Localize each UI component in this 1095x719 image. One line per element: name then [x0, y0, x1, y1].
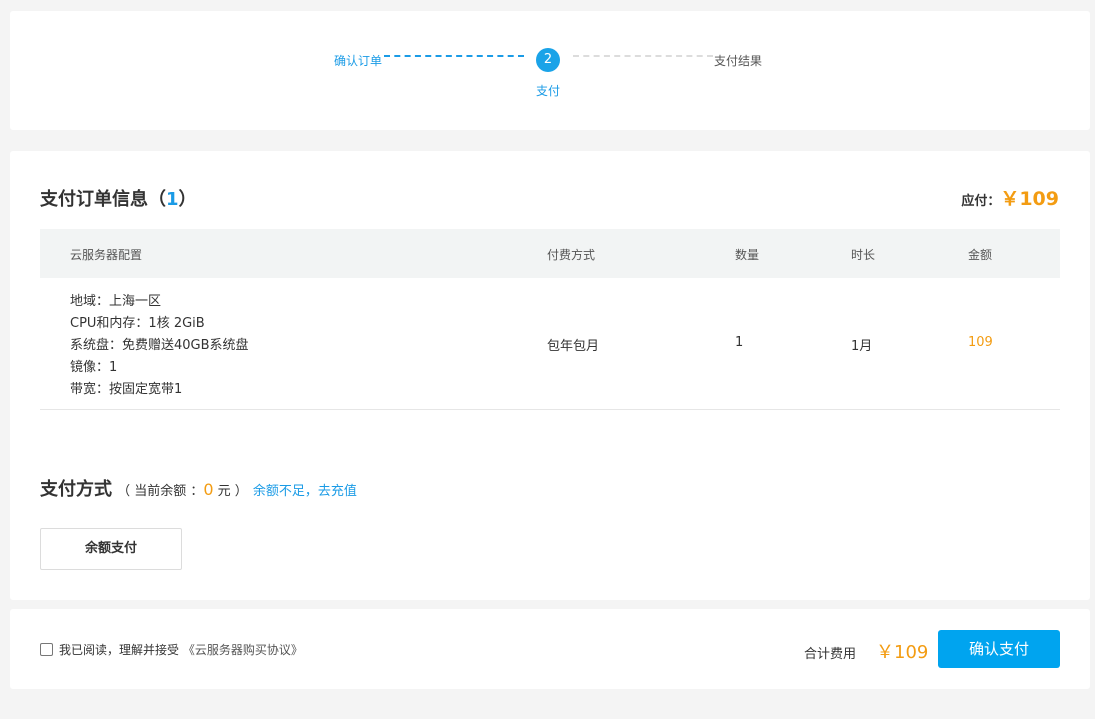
payment-method-heading: 支付方式 — [40, 479, 112, 500]
step-payment: 支付 — [536, 84, 561, 98]
order-table-header: 云服务器配置 付费方式 数量 时长 金额 — [40, 229, 1060, 278]
header-quantity: 数量 — [735, 248, 760, 262]
spec-image: 镜像：1 — [70, 360, 118, 375]
step-connector-pending — [573, 55, 713, 57]
header-billing: 付费方式 — [547, 248, 596, 262]
step-payment-result: 支付结果 — [714, 54, 763, 68]
confirm-pay-button[interactable]: 确认支付 — [938, 630, 1060, 668]
total-amount: ￥109 — [876, 642, 929, 663]
cell-billing: 包年包月 — [547, 339, 600, 354]
checkout-footer: 我已阅读，理解并接受 《云服务器购买协议》 合计费用 ￥109 确认支付 — [10, 609, 1090, 689]
header-amount: 金额 — [968, 248, 993, 262]
order-title-close: ） — [178, 189, 197, 210]
step-current-indicator: 2 — [536, 48, 560, 72]
balance-pay-button[interactable]: 余额支付 — [40, 528, 182, 570]
order-title: 支付订单信息（1） — [40, 185, 197, 211]
table-row: 地域：上海一区 CPU和内存：1核 2GiB 系统盘：免费赠送40GB系统盘 镜… — [40, 278, 1060, 410]
agreement-text: 我已阅读，理解并接受 《云服务器购买协议》 — [59, 641, 303, 658]
spec-region: 地域：上海一区 — [70, 294, 162, 309]
header-config: 云服务器配置 — [70, 248, 143, 262]
total-label: 合计费用 — [804, 647, 857, 662]
cell-duration: 1月 — [851, 339, 873, 354]
amount-due-value: ￥109 — [1000, 188, 1059, 210]
agreement-prefix: 我已阅读，理解并接受 — [59, 643, 180, 657]
balance-suffix: 元 ） — [213, 484, 248, 499]
cell-amount: 109 — [968, 335, 993, 350]
balance-value: 0 — [203, 480, 214, 499]
agreement-checkbox[interactable] — [40, 643, 53, 656]
progress-steps: 确认订单 2 支付结果 支付 — [10, 11, 1090, 130]
header-duration: 时长 — [851, 248, 876, 262]
balance-prefix: （ 当前余额 ： — [117, 484, 204, 499]
server-spec-list: 地域：上海一区 CPU和内存：1核 2GiB 系统盘：免费赠送40GB系统盘 镜… — [70, 291, 249, 401]
agreement-link[interactable]: 《云服务器购买协议》 — [183, 643, 303, 657]
order-panel: 支付订单信息（1） 应付：￥109 云服务器配置 付费方式 数量 时长 金额 地… — [10, 151, 1090, 600]
recharge-link[interactable]: 余额不足，去充值 — [253, 484, 357, 499]
spec-bandwidth: 带宽：按固定宽带1 — [70, 382, 183, 397]
step-connector-done — [384, 55, 524, 57]
order-count: 1 — [166, 189, 179, 210]
spec-system-disk: 系统盘：免费赠送40GB系统盘 — [70, 338, 249, 353]
spec-cpu-memory: CPU和内存：1核 2GiB — [70, 316, 205, 331]
amount-due-label: 应付： — [961, 194, 1001, 209]
amount-due: 应付：￥109 — [961, 184, 1059, 211]
order-title-text: 支付订单信息（ — [40, 189, 166, 210]
cell-quantity: 1 — [735, 335, 744, 350]
payment-method-section: 支付方式 （ 当前余额 ：0 元 ） 余额不足，去充值 — [40, 475, 357, 501]
step-confirm-order: 确认订单 — [334, 54, 383, 68]
